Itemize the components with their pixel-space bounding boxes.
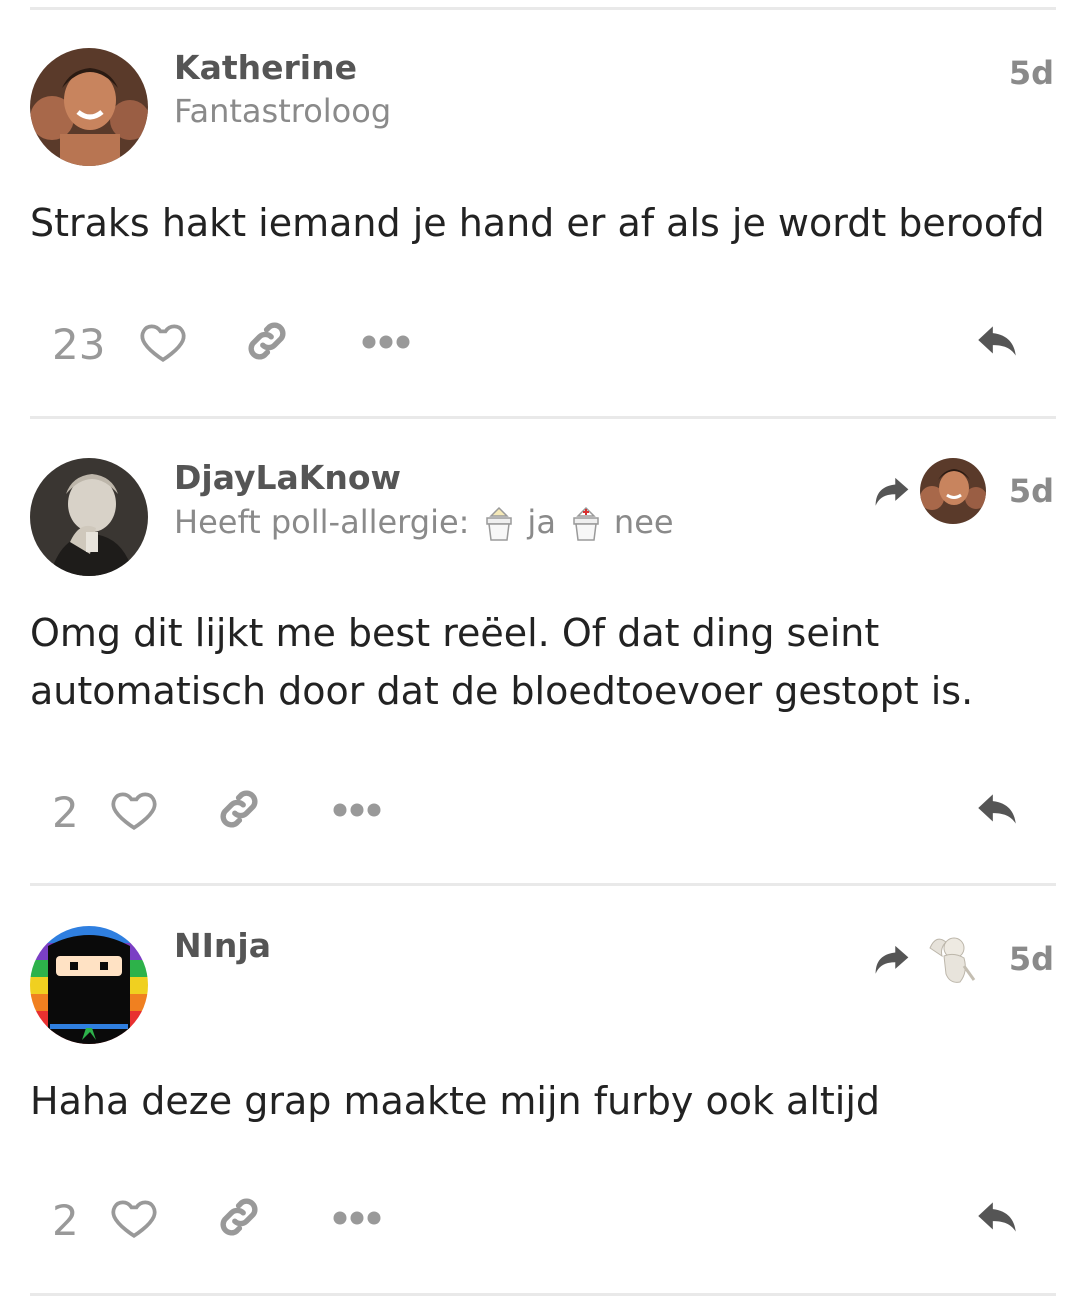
link-icon[interactable] bbox=[242, 316, 292, 366]
heart-icon[interactable] bbox=[138, 316, 188, 366]
ballot-box-icon bbox=[486, 506, 513, 541]
more-icon[interactable] bbox=[362, 334, 410, 350]
post-time[interactable]: 5d bbox=[1009, 940, 1054, 978]
divider-top bbox=[30, 7, 1056, 10]
user-title-text: Heeft poll-allergie: bbox=[174, 503, 470, 541]
like-count[interactable]: 2 bbox=[52, 788, 79, 837]
reply-icon[interactable] bbox=[972, 784, 1022, 834]
user-title: Fantastroloog bbox=[174, 92, 391, 130]
reply-to-avatar[interactable] bbox=[920, 458, 986, 524]
divider-1 bbox=[30, 416, 1056, 419]
heart-icon[interactable] bbox=[109, 784, 159, 834]
avatar-ninja[interactable] bbox=[30, 926, 148, 1044]
post-time[interactable]: 5d bbox=[1009, 472, 1054, 510]
heart-icon[interactable] bbox=[109, 1192, 159, 1242]
reply-to-indicator[interactable] bbox=[872, 926, 986, 992]
reply-to-arrow-icon bbox=[875, 945, 909, 974]
divider-2 bbox=[30, 883, 1056, 886]
reply-to-indicator[interactable] bbox=[872, 458, 986, 524]
post-actions: 2 bbox=[0, 1192, 1080, 1252]
post-body: Haha deze grap maakte mijn furby ook alt… bbox=[30, 1079, 881, 1123]
poll-option-no: nee bbox=[613, 503, 674, 541]
avatar-katherine[interactable] bbox=[30, 48, 148, 166]
divider-bottom bbox=[30, 1293, 1056, 1296]
user-title: Heeft poll-allergie: ja nee bbox=[174, 502, 674, 542]
post-actions: 2 bbox=[0, 784, 1080, 844]
more-icon[interactable] bbox=[333, 802, 381, 818]
link-icon[interactable] bbox=[214, 784, 264, 834]
user-title-text: Fantastroloog bbox=[174, 92, 392, 130]
post-body: Omg dit lijkt me best reëel. Of dat ding… bbox=[30, 611, 974, 713]
post-author[interactable]: Katherine bbox=[174, 48, 357, 87]
like-count[interactable]: 2 bbox=[52, 1196, 79, 1245]
reply-to-arrow-icon bbox=[875, 477, 909, 506]
post-author[interactable]: NInja bbox=[174, 926, 271, 965]
post-body: Straks hakt iemand je hand er af als je … bbox=[30, 201, 1045, 245]
reply-icon[interactable] bbox=[972, 316, 1022, 366]
link-icon[interactable] bbox=[214, 1192, 264, 1242]
ballot-box-icon bbox=[573, 506, 599, 541]
avatar-djaylaknow[interactable] bbox=[30, 458, 148, 576]
poll-option-yes: ja bbox=[527, 503, 556, 541]
post-time[interactable]: 5d bbox=[1009, 54, 1054, 92]
post-author[interactable]: DjayLaKnow bbox=[174, 458, 401, 497]
more-icon[interactable] bbox=[333, 1210, 381, 1226]
like-count[interactable]: 23 bbox=[52, 320, 105, 369]
reply-icon[interactable] bbox=[972, 1192, 1022, 1242]
reply-to-avatar[interactable] bbox=[920, 926, 986, 992]
post-actions: 23 bbox=[0, 316, 1080, 376]
